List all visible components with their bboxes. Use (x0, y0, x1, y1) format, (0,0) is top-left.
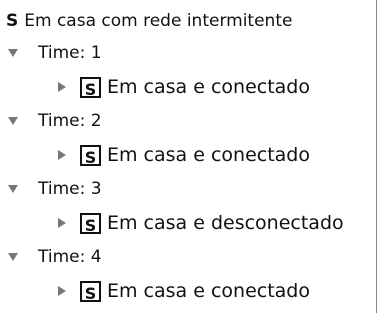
tree-root-label: Em casa com rede intermitente (24, 11, 293, 31)
tree-item-label: Em casa e conectado (107, 280, 310, 302)
collapsed-triangle-icon[interactable] (58, 82, 66, 92)
tree-item-label: Em casa e conectado (107, 76, 310, 98)
tree-group-label: Time: 4 (38, 247, 102, 267)
expanded-triangle-icon[interactable] (8, 185, 18, 193)
expanded-triangle-icon[interactable] (8, 117, 18, 125)
collapsed-triangle-icon[interactable] (58, 218, 66, 228)
tree-item-time-3-state[interactable]: S Em casa e desconectado (58, 208, 344, 238)
tree-group-time-3[interactable]: Time: 3 (8, 174, 102, 204)
state-badge: S (6, 11, 19, 31)
tree-group-time-4[interactable]: Time: 4 (8, 242, 102, 272)
tree-group-time-1[interactable]: Time: 1 (8, 38, 102, 68)
state-badge: S (80, 76, 101, 99)
state-badge: S (80, 144, 101, 167)
expanded-triangle-icon[interactable] (8, 49, 18, 57)
collapsed-triangle-icon[interactable] (58, 150, 66, 160)
tree-item-label: Em casa e conectado (107, 144, 310, 166)
tree-group-time-2[interactable]: Time: 2 (8, 106, 102, 136)
state-badge: S (80, 212, 101, 235)
tree-group-label: Time: 3 (38, 179, 102, 199)
collapsed-triangle-icon[interactable] (58, 286, 66, 296)
tree-item-label: Em casa e desconectado (107, 212, 344, 234)
tree-group-label: Time: 2 (38, 111, 102, 131)
tree-group-label: Time: 1 (38, 43, 102, 63)
tree-item-time-2-state[interactable]: S Em casa e conectado (58, 140, 310, 170)
state-tree: S Em casa com rede intermitente Time: 1 … (0, 0, 377, 313)
tree-item-time-1-state[interactable]: S Em casa e conectado (58, 72, 310, 102)
expanded-triangle-icon[interactable] (8, 253, 18, 261)
tree-root[interactable]: S Em casa com rede intermitente (6, 6, 292, 36)
tree-item-time-4-state[interactable]: S Em casa e conectado (58, 276, 310, 306)
state-badge: S (80, 280, 101, 303)
